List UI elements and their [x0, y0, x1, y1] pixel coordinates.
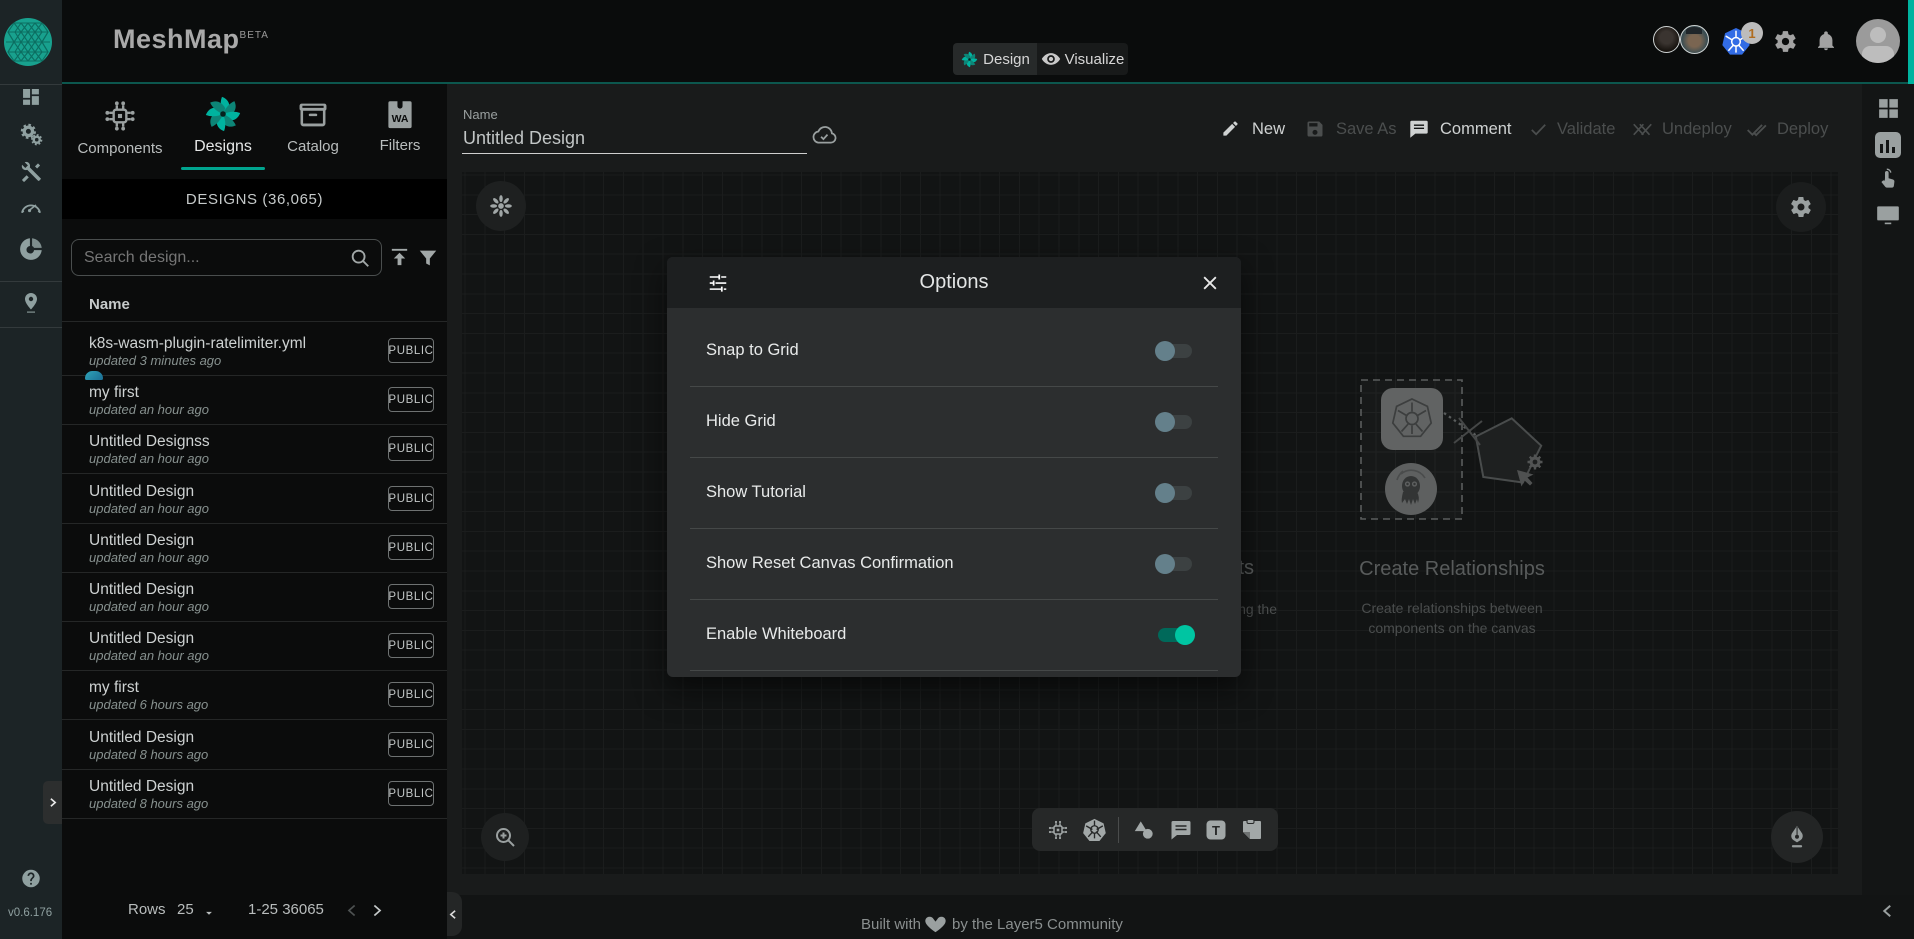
svg-text:T: T	[1212, 823, 1220, 838]
svg-text:WA: WA	[392, 114, 409, 125]
